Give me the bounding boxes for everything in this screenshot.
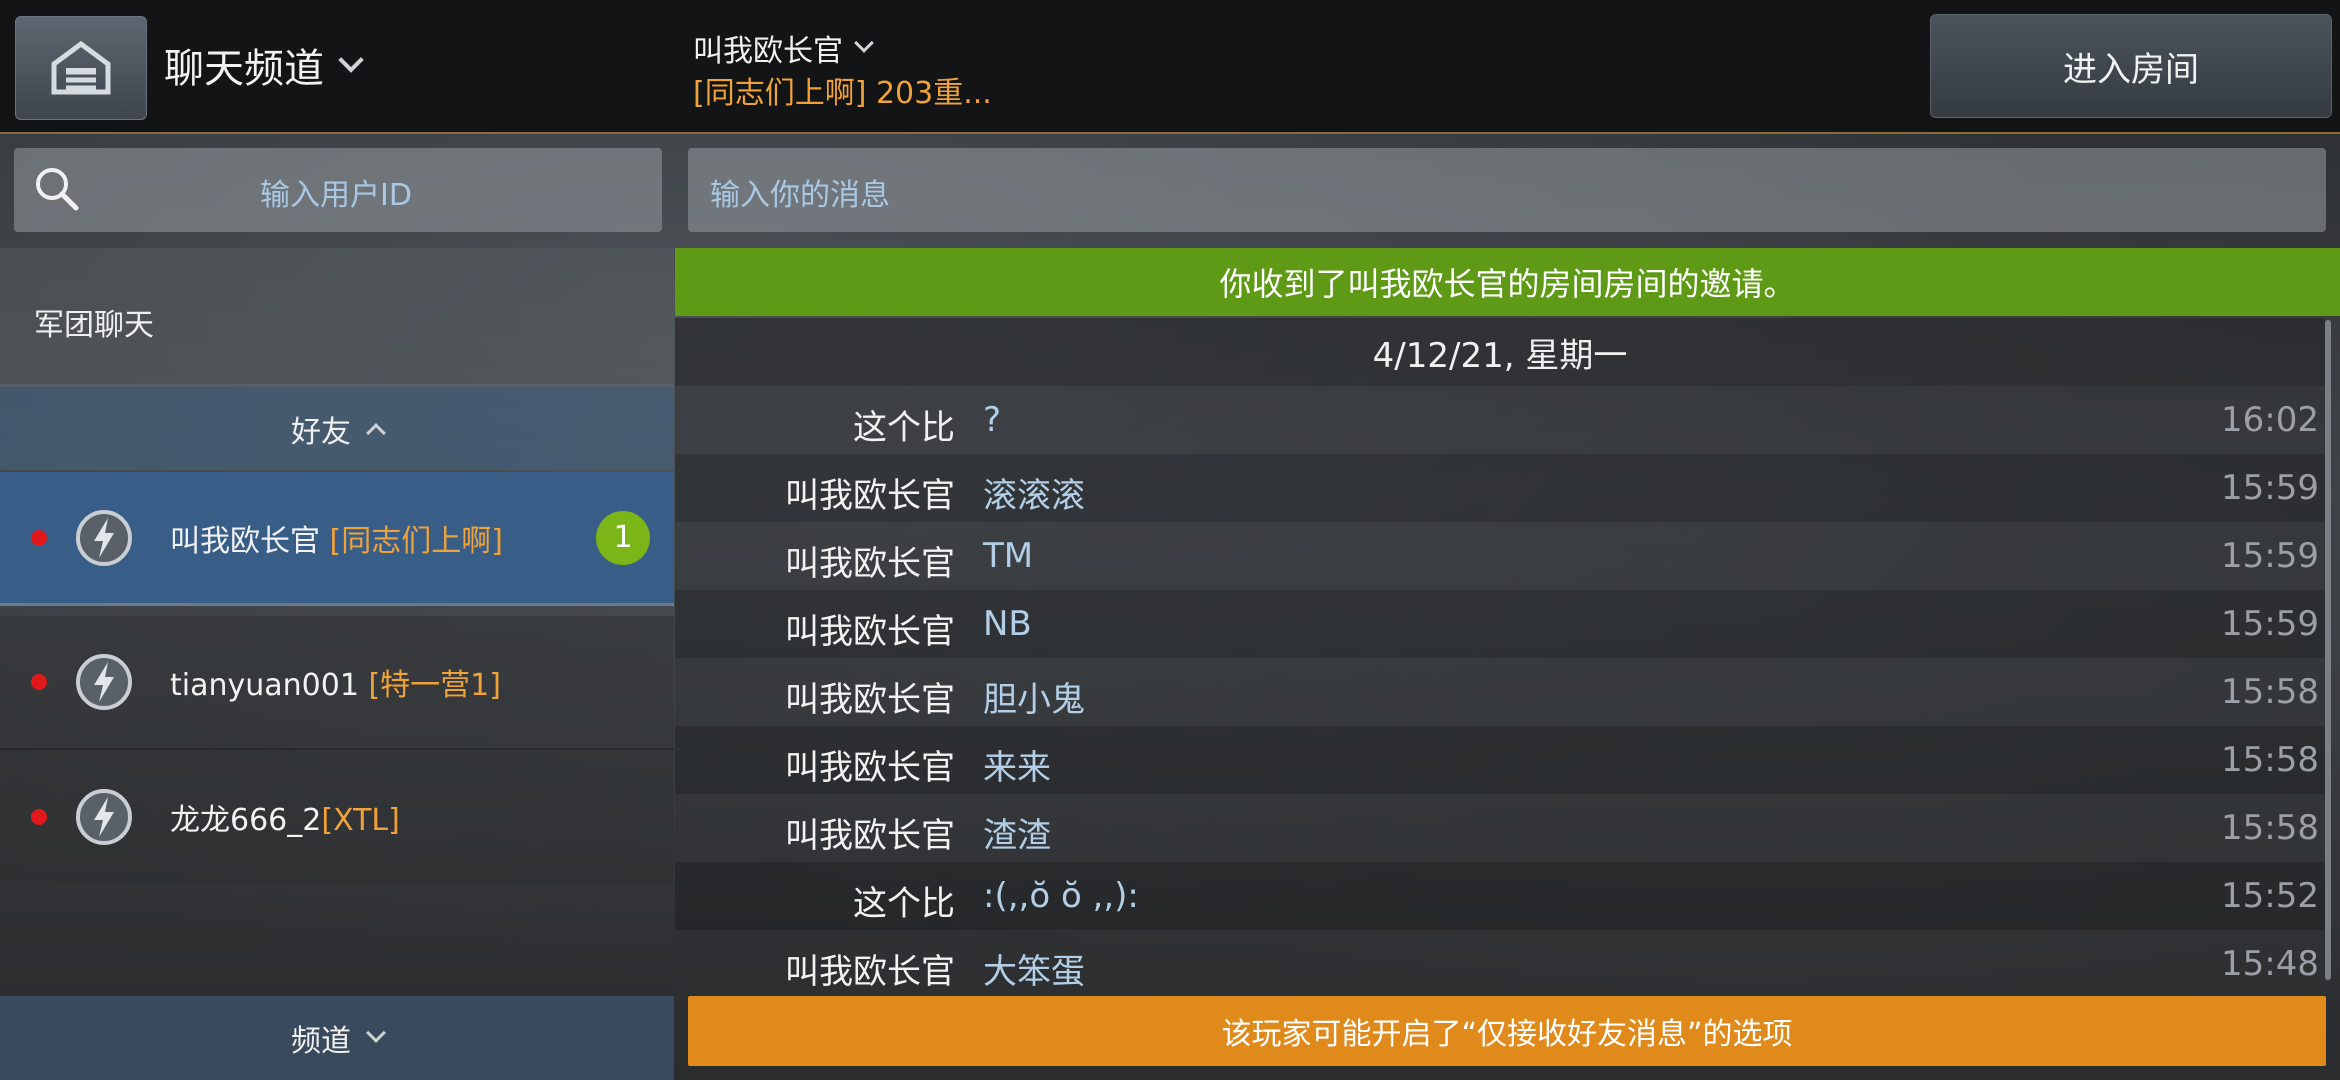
- message-row: 这个比 ? 16:02: [675, 386, 2325, 454]
- message-sender[interactable]: 叫我欧长官: [785, 740, 955, 789]
- message-placeholder: 输入你的消息: [710, 178, 890, 213]
- friends-label: 好友: [291, 414, 351, 450]
- invite-banner[interactable]: 你收到了叫我欧长官的房间房间的邀请。: [675, 248, 2340, 316]
- chevron-down-icon: [366, 1023, 386, 1043]
- message-sender[interactable]: 叫我欧长官: [785, 604, 955, 653]
- status-dot: [31, 529, 47, 546]
- channels-label: 频道: [291, 1024, 351, 1059]
- legion-chat-item[interactable]: 军团聊天: [0, 248, 674, 384]
- chat-user-selector[interactable]: 叫我欧长官: [693, 26, 874, 70]
- friend-item[interactable]: 叫我欧长官 [同志们上啊] 1: [0, 472, 674, 606]
- chat-user-subtitle: [同志们上啊] 203重...: [693, 76, 992, 111]
- page-title: 聊天频道: [164, 46, 324, 92]
- message-text: 来来: [983, 748, 1051, 788]
- lightning-icon: [76, 654, 132, 710]
- status-dot: [31, 674, 47, 690]
- friend-item[interactable]: tianyuan001 [特一营1]: [0, 616, 674, 750]
- message-time: 15:48: [2221, 944, 2319, 984]
- message-time: 15:59: [2221, 536, 2319, 576]
- home-button[interactable]: [15, 16, 147, 120]
- message-time: 15:58: [2221, 808, 2319, 848]
- enter-room-button[interactable]: 进入房间: [1930, 14, 2332, 118]
- message-text: NB: [983, 604, 1032, 644]
- message-sender[interactable]: 叫我欧长官: [785, 536, 955, 585]
- message-sender[interactable]: 叫我欧长官: [785, 944, 955, 993]
- friend-name: 叫我欧长官 [同志们上啊]: [170, 523, 503, 559]
- message-text: 胆小鬼: [983, 680, 1085, 720]
- channel-selector[interactable]: 聊天频道: [164, 36, 364, 94]
- chat-user-name: 叫我欧长官: [693, 34, 843, 69]
- message-time: 15:59: [2221, 604, 2319, 644]
- message-row: 这个比 :(,,ŏ ŏ ,,): 15:52: [675, 862, 2325, 930]
- message-row: 叫我欧长官 NB 15:59: [675, 590, 2325, 658]
- message-sender[interactable]: 这个比: [853, 876, 955, 925]
- friend-name: tianyuan001 [特一营1]: [170, 668, 501, 703]
- message-time: 15:58: [2221, 740, 2319, 780]
- message-text: 滚滚滚: [983, 476, 1085, 516]
- message-time: 15:58: [2221, 672, 2319, 712]
- friends-only-warning: 该玩家可能开启了“仅接收好友消息”的选项: [688, 996, 2326, 1066]
- message-row: 叫我欧长官 滚滚滚 15:59: [675, 454, 2325, 522]
- user-id-placeholder: 输入用户ID: [260, 178, 412, 213]
- message-sender[interactable]: 叫我欧长官: [785, 672, 955, 721]
- message-row: 叫我欧长官 TM 15:59: [675, 522, 2325, 590]
- message-text: ?: [983, 400, 1002, 440]
- message-row: 叫我欧长官 来来 15:58: [675, 726, 2325, 794]
- lightning-icon: [76, 789, 132, 845]
- user-id-search-input[interactable]: 输入用户ID: [14, 148, 662, 232]
- message-row: 叫我欧长官 大笨蛋 15:48: [675, 930, 2325, 994]
- message-text: TM: [983, 536, 1034, 576]
- message-sender[interactable]: 叫我欧长官: [785, 808, 955, 857]
- message-sender[interactable]: 这个比: [853, 400, 955, 449]
- message-text: 大笨蛋: [983, 952, 1085, 992]
- home-icon: [51, 40, 111, 95]
- chevron-down-icon: [854, 33, 874, 53]
- message-time: 15:52: [2221, 876, 2319, 916]
- search-icon: [36, 168, 79, 211]
- message-text: 渣渣: [983, 816, 1051, 856]
- chevron-down-icon: [338, 47, 364, 73]
- unread-badge: 1: [596, 510, 650, 565]
- message-input[interactable]: 输入你的消息: [688, 148, 2326, 232]
- status-dot: [31, 809, 47, 825]
- message-time: 15:59: [2221, 468, 2319, 508]
- message-row: 叫我欧长官 胆小鬼 15:58: [675, 658, 2325, 726]
- message-text: :(,,ŏ ŏ ,,):: [983, 876, 1139, 916]
- friend-item[interactable]: 龙龙666_2[XTL]: [0, 750, 674, 884]
- message-row: 叫我欧长官 渣渣 15:58: [675, 794, 2325, 862]
- lightning-icon: [76, 509, 132, 566]
- message-time: 16:02: [2221, 400, 2319, 440]
- friends-section-header[interactable]: 好友: [0, 384, 674, 470]
- message-sender[interactable]: 叫我欧长官: [785, 468, 955, 517]
- channels-section-header[interactable]: 频道: [0, 996, 674, 1080]
- chevron-up-icon: [366, 422, 386, 443]
- chat-scrollbar[interactable]: [2325, 320, 2331, 980]
- date-separator: 4/12/21, 星期一: [675, 318, 2325, 386]
- legion-chat-label: 军团聊天: [34, 308, 154, 343]
- friend-name: 龙龙666_2[XTL]: [170, 803, 400, 838]
